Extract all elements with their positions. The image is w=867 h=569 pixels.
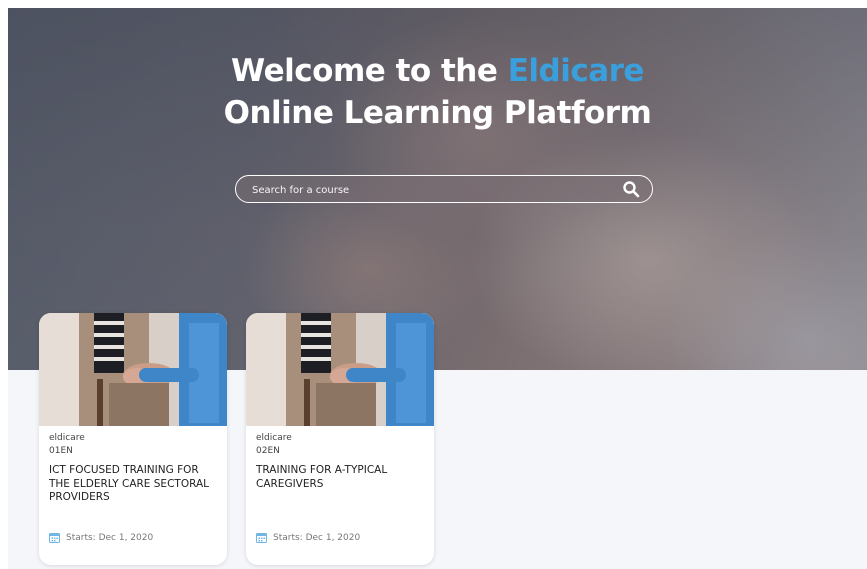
course-org: eldicare — [256, 433, 292, 443]
course-start-date: Starts: Dec 1, 2020 — [49, 532, 217, 543]
search-icon[interactable] — [622, 180, 640, 198]
course-org: eldicare — [49, 433, 85, 443]
course-title[interactable]: ICT FOCUSED TRAINING FOR THE ELDERLY CAR… — [49, 464, 217, 505]
page: Welcome to the Eldicare Online Learning … — [0, 0, 867, 569]
hero-title-line2: Online Learning Platform — [223, 95, 652, 131]
course-code: 01EN — [49, 446, 73, 456]
course-start-text: Starts: Dec 1, 2020 — [273, 532, 361, 543]
course-start-text: Starts: Dec 1, 2020 — [66, 532, 154, 543]
course-code: 02EN — [256, 446, 280, 456]
search-bar — [235, 175, 653, 203]
course-image — [246, 313, 434, 426]
course-card[interactable]: eldicare 01EN ICT FOCUSED TRAINING FOR T… — [39, 313, 227, 565]
hero-title-prefix: Welcome to the — [231, 53, 508, 89]
course-image — [39, 313, 227, 426]
hero-title-brand: Eldicare — [507, 53, 645, 89]
calendar-icon — [49, 533, 60, 543]
course-card[interactable]: eldicare 02EN TRAINING FOR A-TYPICAL CAR… — [246, 313, 434, 565]
calendar-icon — [256, 533, 267, 543]
search-input[interactable] — [250, 180, 614, 200]
hero-title: Welcome to the Eldicare Online Learning … — [8, 50, 867, 134]
course-start-date: Starts: Dec 1, 2020 — [256, 532, 424, 543]
course-title[interactable]: TRAINING FOR A-TYPICAL CAREGIVERS — [256, 464, 424, 491]
